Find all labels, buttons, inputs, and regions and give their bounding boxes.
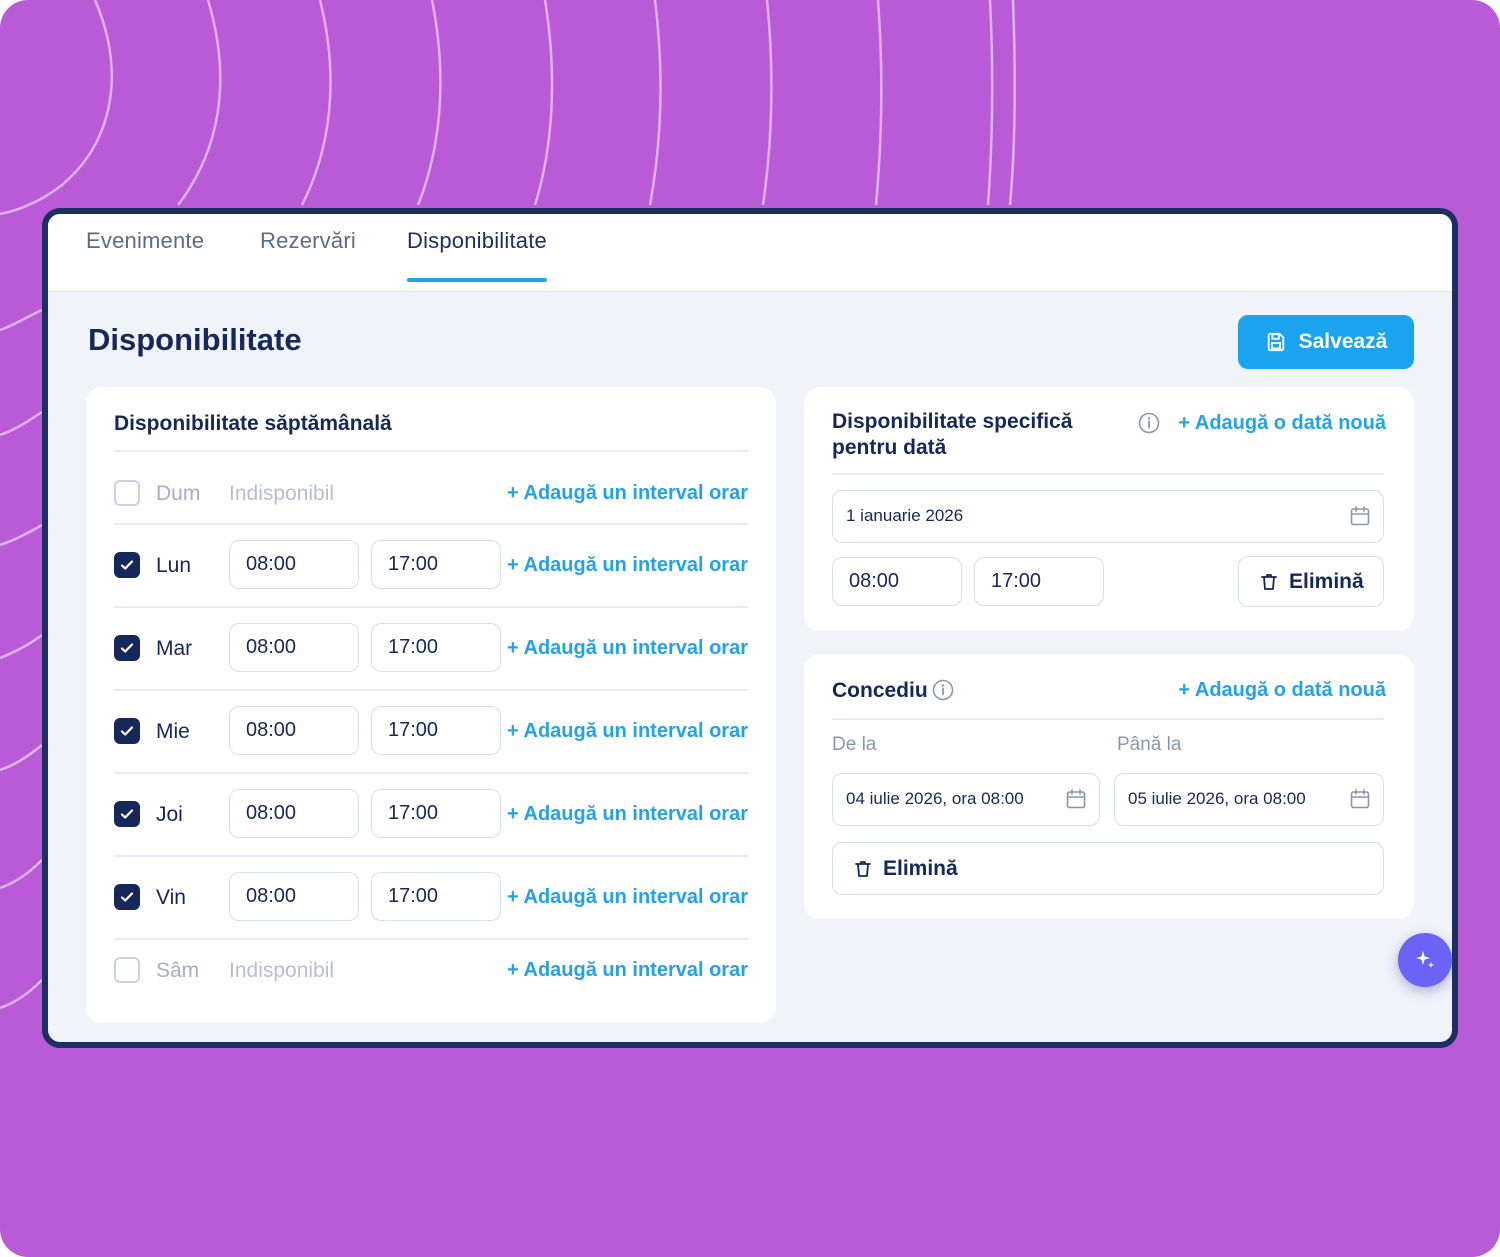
trash-icon	[1261, 573, 1277, 590]
start-time-input[interactable]: 08:00	[229, 623, 359, 672]
day-label-mie: Mie	[156, 720, 190, 743]
unavailable-label: Indisponibil	[229, 959, 335, 982]
leave-from-value: 04 iulie 2026, ora 08:00	[846, 789, 1024, 808]
add-specific-date-link[interactable]: + Adaugă o dată nouă	[1178, 412, 1386, 435]
divider	[114, 450, 748, 452]
weekly-availability-title: Disponibilitate săptămânală	[114, 412, 392, 435]
tab-evenimente[interactable]: Evenimente	[86, 228, 204, 280]
check-icon	[120, 726, 134, 736]
start-time-input[interactable]: 08:00	[229, 540, 359, 589]
divider	[114, 689, 748, 691]
tab-rezervari[interactable]: Rezervări	[260, 228, 356, 280]
trash-icon	[855, 860, 871, 877]
unavailable-label: Indisponibil	[229, 482, 335, 505]
sparkle-icon	[1416, 951, 1434, 968]
calendar-icon	[1350, 789, 1370, 809]
day-label-mar: Mar	[156, 637, 193, 660]
day-row-dum: Dum Indisponibil + Adaugă un interval or…	[114, 477, 748, 511]
to-label: Până la	[1117, 734, 1182, 755]
divider	[832, 473, 1384, 475]
add-interval-link[interactable]: + Adaugă un interval orar	[507, 959, 748, 982]
day-label-lun: Lun	[156, 554, 192, 577]
save-button-label: Salvează	[1298, 330, 1388, 353]
divider	[114, 938, 748, 940]
calendar-icon	[1066, 789, 1086, 809]
day-checkbox-vin[interactable]	[114, 884, 140, 910]
add-interval-link[interactable]: + Adaugă un interval orar	[507, 637, 748, 660]
check-icon	[120, 809, 134, 819]
day-label-joi: Joi	[156, 803, 183, 826]
day-row-mie: Mie 08:00 17:00 + Adaugă un interval ora…	[114, 706, 748, 755]
day-label-vin: Vin	[156, 886, 186, 909]
day-row-joi: Joi 08:00 17:00 + Adaugă un interval ora…	[114, 789, 748, 838]
divider	[832, 718, 1384, 720]
leave-title: Concediu	[832, 679, 928, 702]
day-row-lun: Lun 08:00 17:00 + Adaugă un interval ora…	[114, 540, 748, 589]
check-icon	[120, 892, 134, 902]
save-button[interactable]: Salvează	[1238, 315, 1414, 369]
day-checkbox-dum[interactable]	[114, 480, 140, 506]
calendar-icon	[1350, 506, 1370, 526]
add-interval-link[interactable]: + Adaugă un interval orar	[507, 886, 748, 909]
specific-end-time-input[interactable]: 17:00	[974, 557, 1104, 606]
date-specific-availability-card: Disponibilitate specifică pentru dată + …	[804, 387, 1414, 631]
start-time-input[interactable]: 08:00	[229, 789, 359, 838]
divider	[114, 855, 748, 857]
app-window: Evenimente Rezervări Disponibilitate Dis…	[42, 208, 1458, 1048]
info-icon[interactable]	[932, 679, 954, 701]
leave-to-value: 05 iulie 2026, ora 08:00	[1128, 789, 1306, 808]
day-checkbox-joi[interactable]	[114, 801, 140, 827]
day-row-mar: Mar 08:00 17:00 + Adaugă un interval ora…	[114, 623, 748, 672]
specific-date-field[interactable]: 1 ianuarie 2026	[832, 490, 1384, 543]
check-icon	[120, 560, 134, 570]
day-label-sam: Sâm	[156, 959, 200, 982]
add-leave-date-link[interactable]: + Adaugă o dată nouă	[1178, 679, 1386, 702]
divider	[114, 772, 748, 774]
remove-leave-button[interactable]: Elimină	[832, 842, 1384, 895]
day-checkbox-lun[interactable]	[114, 552, 140, 578]
from-label: De la	[832, 734, 877, 755]
ai-assistant-button[interactable]	[1398, 933, 1452, 987]
leave-from-field[interactable]: 04 iulie 2026, ora 08:00	[832, 773, 1100, 826]
remove-label: Elimină	[1289, 569, 1364, 593]
day-checkbox-mar[interactable]	[114, 635, 140, 661]
date-specific-title: Disponibilitate specifică pentru dată	[832, 409, 1072, 461]
end-time-input[interactable]: 17:00	[371, 706, 501, 755]
day-row-sam: Sâm Indisponibil + Adaugă un interval or…	[114, 954, 748, 988]
add-interval-link[interactable]: + Adaugă un interval orar	[507, 482, 748, 505]
leave-to-field[interactable]: 05 iulie 2026, ora 08:00	[1114, 773, 1384, 826]
divider	[114, 523, 748, 525]
add-interval-link[interactable]: + Adaugă un interval orar	[507, 554, 748, 577]
tab-disponibilitate[interactable]: Disponibilitate	[407, 228, 547, 282]
day-checkbox-mie[interactable]	[114, 718, 140, 744]
end-time-input[interactable]: 17:00	[371, 540, 501, 589]
end-time-input[interactable]: 17:00	[371, 789, 501, 838]
end-time-input[interactable]: 17:00	[371, 623, 501, 672]
date-specific-title-line1: Disponibilitate specifică	[832, 410, 1073, 433]
add-interval-link[interactable]: + Adaugă un interval orar	[507, 803, 748, 826]
start-time-input[interactable]: 08:00	[229, 706, 359, 755]
weekly-availability-card: Disponibilitate săptămânală Dum Indispon…	[86, 387, 776, 1023]
divider	[114, 606, 748, 608]
remove-specific-date-button[interactable]: Elimină	[1238, 556, 1384, 607]
start-time-input[interactable]: 08:00	[229, 872, 359, 921]
background-canvas: Evenimente Rezervări Disponibilitate Dis…	[0, 0, 1500, 1257]
add-interval-link[interactable]: + Adaugă un interval orar	[507, 720, 748, 743]
day-row-vin: Vin 08:00 17:00 + Adaugă un interval ora…	[114, 872, 748, 921]
day-checkbox-sam[interactable]	[114, 957, 140, 983]
leave-card: Concediu + Adaugă o dată nouă De la Până…	[804, 654, 1414, 919]
check-icon	[120, 643, 134, 653]
info-icon[interactable]	[1138, 412, 1160, 434]
page-title: Disponibilitate	[88, 322, 302, 357]
day-label-dum: Dum	[156, 482, 201, 505]
remove-label: Elimină	[883, 856, 958, 880]
specific-start-time-input[interactable]: 08:00	[832, 557, 962, 606]
floppy-disk-icon	[1267, 332, 1284, 352]
tab-bar: Evenimente Rezervări Disponibilitate	[48, 214, 1452, 292]
date-specific-title-line2: pentru dată	[832, 436, 947, 459]
end-time-input[interactable]: 17:00	[371, 872, 501, 921]
specific-date-value: 1 ianuarie 2026	[846, 506, 964, 525]
